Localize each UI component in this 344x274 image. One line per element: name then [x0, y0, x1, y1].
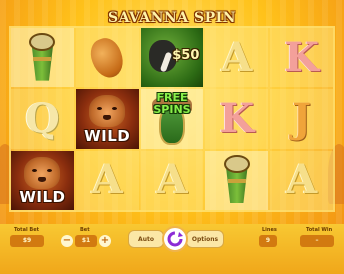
wild-label: WILD	[84, 126, 131, 145]
bet-increase-button[interactable]: +	[99, 235, 111, 247]
lines-label: Lines	[262, 227, 277, 233]
letter-a-symbol: A	[91, 156, 123, 204]
total-win-value: –	[300, 235, 334, 247]
total-bet-value: $9	[10, 235, 44, 247]
bet-decrease-button[interactable]: −	[61, 235, 73, 247]
drum-icon	[27, 32, 57, 83]
reel-cell-r2c3: FREE SPINS	[140, 89, 204, 149]
cash-prize-label: $50	[172, 48, 200, 63]
letter-j-symbol: J	[292, 94, 312, 142]
letter-a-symbol: A	[156, 156, 188, 204]
reel-cell-r2c2: WILD	[75, 89, 139, 149]
gourd-icon	[86, 33, 129, 82]
total-bet-label: Total Bet	[14, 227, 39, 233]
reel-cell-r3c3: A	[140, 150, 204, 210]
reel-cell-r1c5: K	[270, 28, 333, 88]
letter-k-symbol: K	[284, 33, 319, 81]
letter-a-symbol: A	[221, 33, 253, 81]
lines-value: 9	[259, 235, 277, 247]
drum-icon	[222, 155, 252, 205]
reel-cell-r1c4: A	[205, 28, 269, 88]
wild-label: WILD	[19, 187, 66, 206]
reel-cell-r3c4	[205, 150, 269, 210]
game-logo-title: SAVANNA SPIN	[108, 10, 236, 26]
options-button[interactable]: Options	[186, 230, 224, 248]
letter-a-symbol: A	[286, 156, 318, 204]
reel-cell-r1c2	[75, 28, 139, 88]
bet-value: $1	[75, 235, 97, 247]
auto-button[interactable]: Auto	[128, 230, 164, 248]
bet-label: Bet	[80, 227, 90, 233]
reel-cell-r2c4: K	[205, 89, 269, 149]
reel-cell-r3c1: WILD	[11, 150, 74, 210]
spin-refresh-icon	[167, 231, 183, 247]
reel-cell-r3c5: A	[270, 150, 333, 210]
spin-button[interactable]	[162, 226, 188, 252]
reel-cell-r2c5: J	[270, 89, 333, 149]
reel-cell-r1c3: $50	[140, 28, 204, 88]
total-win-label: Total Win	[306, 227, 333, 233]
letter-k-symbol: K	[219, 94, 255, 142]
reel-grid: $50 A K Q WILD FREE SPINS K J WILD A A A	[9, 26, 335, 212]
letter-q-symbol: Q	[24, 94, 60, 142]
reel-cell-r3c2: A	[75, 150, 139, 210]
reel-cell-r1c1	[11, 28, 74, 88]
reel-cell-r2c1: Q	[11, 89, 74, 149]
free-spins-label: FREE SPINS	[153, 91, 191, 117]
